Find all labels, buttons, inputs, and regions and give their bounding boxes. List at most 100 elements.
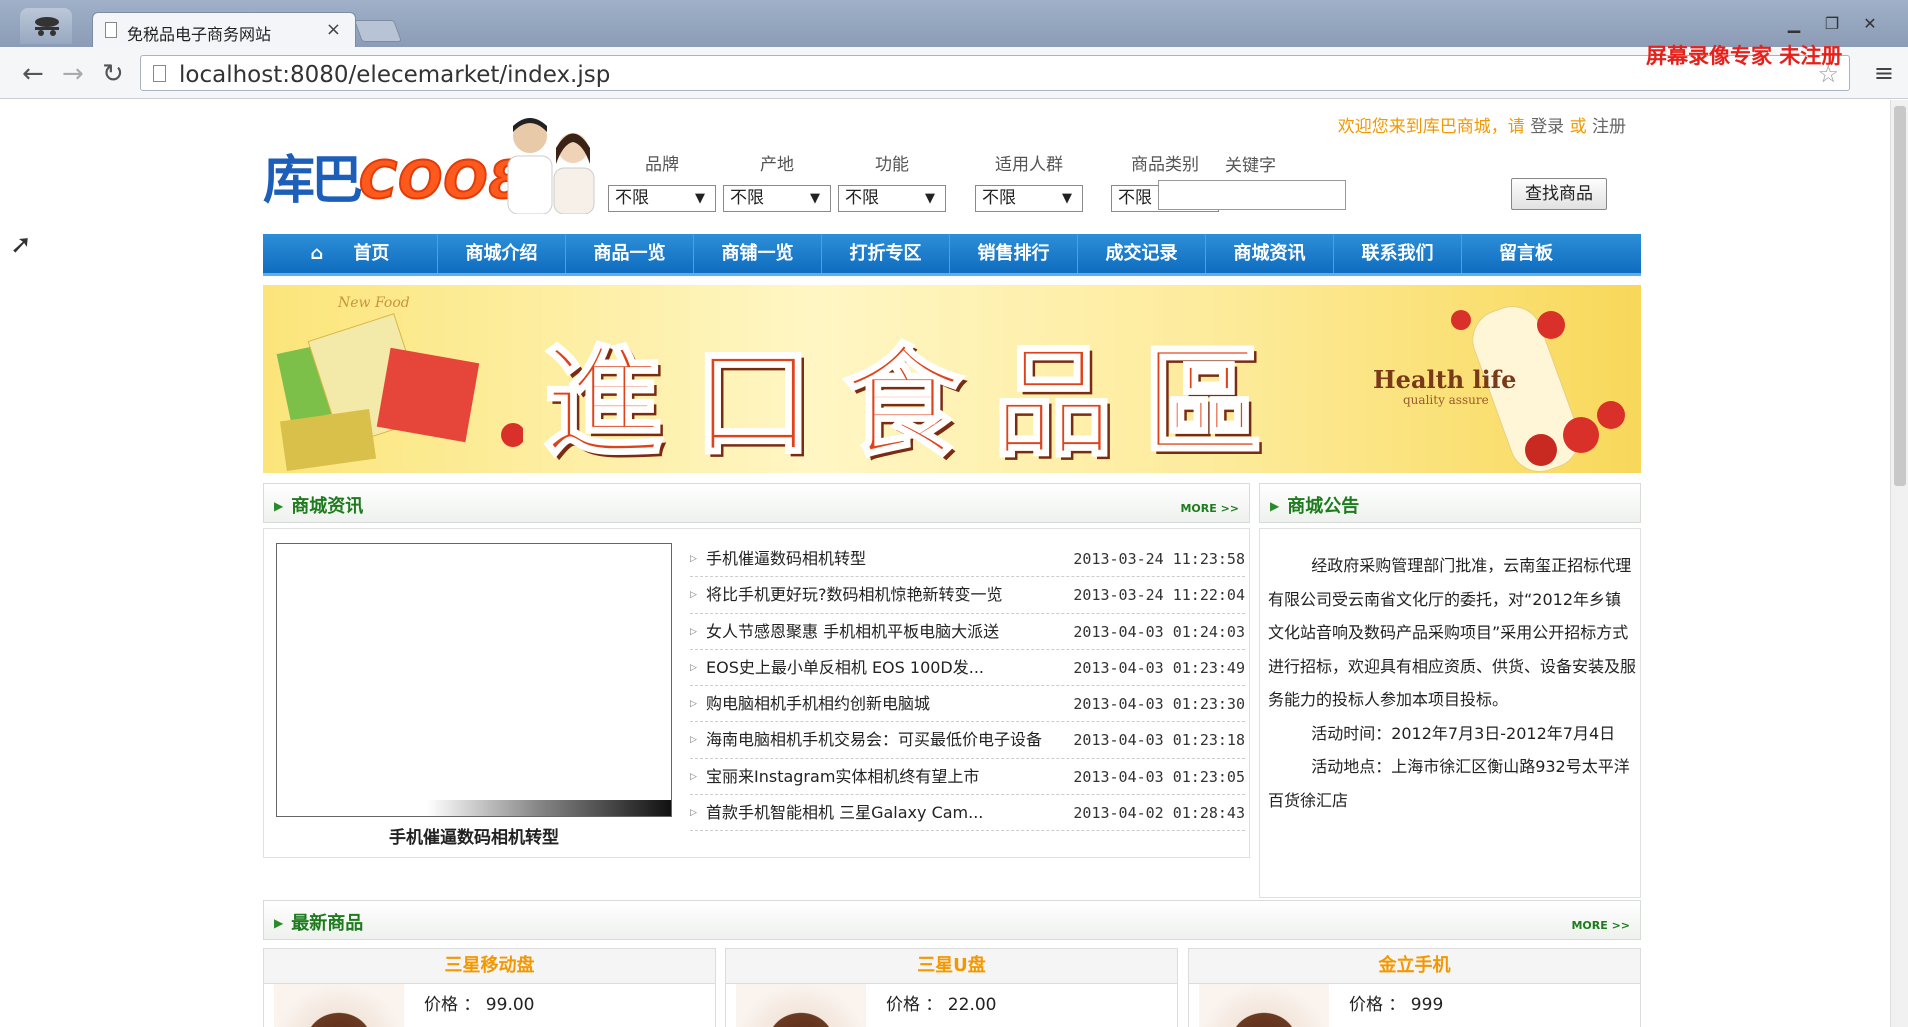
news-title: 女人节感恩聚惠 手机相机平板电脑大派送 bbox=[706, 621, 1000, 641]
news-title: 商城资讯 bbox=[274, 492, 363, 518]
news-title: 宝丽来Instagram实体相机终有望上市 bbox=[706, 766, 980, 786]
browser-tab[interactable]: 免税品电子商务网站 × bbox=[92, 12, 356, 47]
news-row[interactable]: ▷ 海南电脑相机手机交易会：可买最低价电子设备 2013-04-03 01:23:1… bbox=[690, 722, 1245, 759]
page-icon bbox=[105, 22, 117, 38]
notice-paragraph: 经政府采购管理部门批准，云南玺正招标代理有限公司受云南省文化厅的委托，对“201… bbox=[1268, 556, 1637, 709]
keyword-label: 关键字 bbox=[1225, 156, 1276, 176]
news-row[interactable]: ▷ 手机催逼数码相机转型 2013-03-24 11:23:58 bbox=[690, 541, 1245, 578]
news-header: 商城资讯 MORE >> bbox=[263, 483, 1250, 523]
news-title: 海南电脑相机手机交易会：可买最低价电子设备 bbox=[706, 730, 1043, 750]
page-scrollbar[interactable] bbox=[1890, 100, 1908, 1027]
product-image[interactable] bbox=[736, 984, 866, 1027]
nav-shops[interactable]: 商铺一览 bbox=[694, 234, 822, 273]
news-photo[interactable] bbox=[276, 543, 672, 817]
notice-time: 活动时间：2012年7月3日-2012年7月4日 bbox=[1311, 723, 1616, 743]
banner-headline: 進口食品區 bbox=[542, 331, 1293, 474]
new-tab-button[interactable] bbox=[353, 20, 403, 42]
notice-box: 经政府采购管理部门批准，云南玺正招标代理有限公司受云南省文化厅的委托，对“201… bbox=[1259, 528, 1641, 898]
welcome-bar: 欢迎您来到库巴商城，请 登录 或 注册 bbox=[1338, 112, 1626, 137]
forward-icon[interactable]: → bbox=[62, 59, 84, 89]
nav-news[interactable]: 商城资讯 bbox=[1206, 234, 1334, 273]
news-row[interactable]: ▷ EOS史上最小单反相机 EOS 100D发... 2013-04-03 01:2… bbox=[690, 650, 1245, 687]
promo-banner[interactable]: New Food 進口食品區 Health life quality assur… bbox=[263, 285, 1641, 473]
product-card[interactable]: 价格 ： 22.00 bbox=[725, 984, 1178, 1027]
news-list: ▷ 手机催逼数码相机转型 2013-03-24 11:23:58 ▷ 将比手机更好玩?… bbox=[690, 541, 1245, 832]
back-icon[interactable]: ← bbox=[22, 59, 44, 89]
product-name[interactable]: 三星U盘 bbox=[725, 948, 1178, 984]
register-link[interactable]: 注册 bbox=[1592, 117, 1626, 137]
menu-icon[interactable]: ≡ bbox=[1874, 59, 1894, 87]
nav-discount[interactable]: 打折专区 bbox=[822, 234, 950, 273]
page-content: 库巴COO8 欢迎您来到库巴商城，请 登录 或 注册 品牌 不限 ▼ 产地 不限… bbox=[0, 100, 1908, 1027]
login-link[interactable]: 登录 bbox=[1530, 117, 1564, 137]
couple-image bbox=[488, 114, 613, 215]
notice-header: 商城公告 bbox=[1259, 483, 1641, 523]
bullet-icon: ▷ bbox=[690, 590, 697, 601]
url-text: localhost:8080/elecemarket/index.jsp bbox=[179, 62, 611, 88]
photo-strip bbox=[427, 800, 671, 816]
news-row[interactable]: ▷ 购电脑相机手机相约创新电脑城 2013-04-03 01:23:30 bbox=[690, 686, 1245, 723]
filter-label: 商品类别 bbox=[1131, 155, 1199, 175]
site-logo[interactable]: 库巴COO8 bbox=[263, 138, 526, 213]
nav-products[interactable]: 商品一览 bbox=[566, 234, 694, 273]
maximize-icon[interactable]: ❐ bbox=[1818, 14, 1846, 34]
minimize-icon[interactable]: ▁ bbox=[1780, 14, 1808, 34]
news-more-link[interactable]: MORE >> bbox=[1180, 502, 1239, 515]
browser-tab-strip: 免税品电子商务网站 × ▁ ❐ ✕ bbox=[0, 0, 1908, 47]
product-price: 价格 ： 99.00 bbox=[424, 995, 535, 1015]
news-date: 2013-03-24 11:22:04 bbox=[1073, 586, 1245, 605]
news-row[interactable]: ▷ 将比手机更好玩?数码相机惊艳新转变一览 2013-03-24 11:22:04 bbox=[690, 577, 1245, 614]
function-select[interactable]: 不限 bbox=[838, 185, 946, 212]
welcome-text: 欢迎您来到库巴商城，请 bbox=[1337, 117, 1525, 137]
nav-home[interactable]: ⌂ 首页 bbox=[263, 234, 438, 273]
product-name[interactable]: 金立手机 bbox=[1188, 948, 1641, 984]
bullet-icon: ▷ bbox=[690, 808, 697, 819]
product-image[interactable] bbox=[1199, 984, 1329, 1027]
bullet-icon: ▷ bbox=[690, 662, 697, 673]
product-name[interactable]: 三星移动盘 bbox=[263, 948, 716, 984]
origin-select[interactable]: 不限 bbox=[723, 185, 831, 212]
keyword-input[interactable] bbox=[1158, 180, 1346, 210]
nav-about[interactable]: 商城介绍 bbox=[438, 234, 566, 273]
nav-guestbook[interactable]: 留言板 bbox=[1462, 234, 1590, 273]
address-bar[interactable]: localhost:8080/elecemarket/index.jsp ☆ bbox=[140, 55, 1850, 91]
scrollbar-thumb[interactable] bbox=[1894, 106, 1906, 486]
filter-origin: 产地 不限 bbox=[723, 150, 831, 212]
banner-newfood: New Food bbox=[338, 295, 410, 311]
product-price: 价格 ： 999 bbox=[1349, 995, 1444, 1015]
tab-close-icon[interactable]: × bbox=[326, 19, 341, 40]
brand-select[interactable]: 不限 bbox=[608, 185, 716, 212]
find-products-button[interactable]: 查找商品 bbox=[1511, 178, 1607, 210]
filter-audience: 适用人群 不限 bbox=[975, 150, 1083, 212]
browser-toolbar: ← → ↻ localhost:8080/elecemarket/index.j… bbox=[0, 47, 1908, 99]
nav-sales-rank[interactable]: 销售排行 bbox=[950, 234, 1078, 273]
filter-label: 功能 bbox=[875, 155, 909, 175]
banner-quality: quality assure bbox=[1403, 393, 1489, 407]
product-card[interactable]: 价格 ： 999 bbox=[1188, 984, 1641, 1027]
close-window-icon[interactable]: ✕ bbox=[1856, 14, 1884, 34]
news-row[interactable]: ▷ 女人节感恩聚惠 手机相机平板电脑大派送 2013-04-03 01:24:03 bbox=[690, 614, 1245, 650]
mouse-cursor-icon: ➚ bbox=[10, 230, 32, 260]
news-row[interactable]: ▷ 首款手机智能相机 三星Galaxy Cam... 2013-04-02 01:2… bbox=[690, 795, 1245, 832]
logo-cn: 库巴 bbox=[263, 151, 363, 211]
news-date: 2013-04-03 01:23:49 bbox=[1073, 658, 1245, 677]
filter-function: 功能 不限 bbox=[838, 150, 946, 212]
audience-select[interactable]: 不限 bbox=[975, 185, 1083, 212]
notice-text: 经政府采购管理部门批准，云南玺正招标代理有限公司受云南省文化厅的委托，对“201… bbox=[1268, 549, 1636, 817]
product-image[interactable] bbox=[274, 984, 404, 1027]
filter-label: 适用人群 bbox=[995, 155, 1063, 175]
nav-contact[interactable]: 联系我们 bbox=[1334, 234, 1462, 273]
news-title: 将比手机更好玩?数码相机惊艳新转变一览 bbox=[706, 585, 1003, 605]
recorder-watermark: 屏幕录像专家 未注册 bbox=[1646, 43, 1843, 68]
news-date: 2013-04-03 01:23:05 bbox=[1073, 767, 1245, 786]
products-title: 最新商品 bbox=[274, 909, 363, 935]
news-photo-caption[interactable]: 手机催逼数码相机转型 bbox=[276, 823, 672, 848]
or-text: 或 bbox=[1569, 117, 1587, 137]
product-card[interactable]: 价格 ： 99.00 bbox=[263, 984, 716, 1027]
tab-title: 免税品电子商务网站 bbox=[127, 25, 272, 44]
bullet-icon: ▷ bbox=[690, 699, 697, 710]
reload-icon[interactable]: ↻ bbox=[102, 59, 124, 89]
nav-deals[interactable]: 成交记录 bbox=[1078, 234, 1206, 273]
news-row[interactable]: ▷ 宝丽来Instagram实体相机终有望上市 2013-04-03 01:23:0… bbox=[690, 759, 1245, 796]
products-more-link[interactable]: MORE >> bbox=[1571, 919, 1630, 932]
